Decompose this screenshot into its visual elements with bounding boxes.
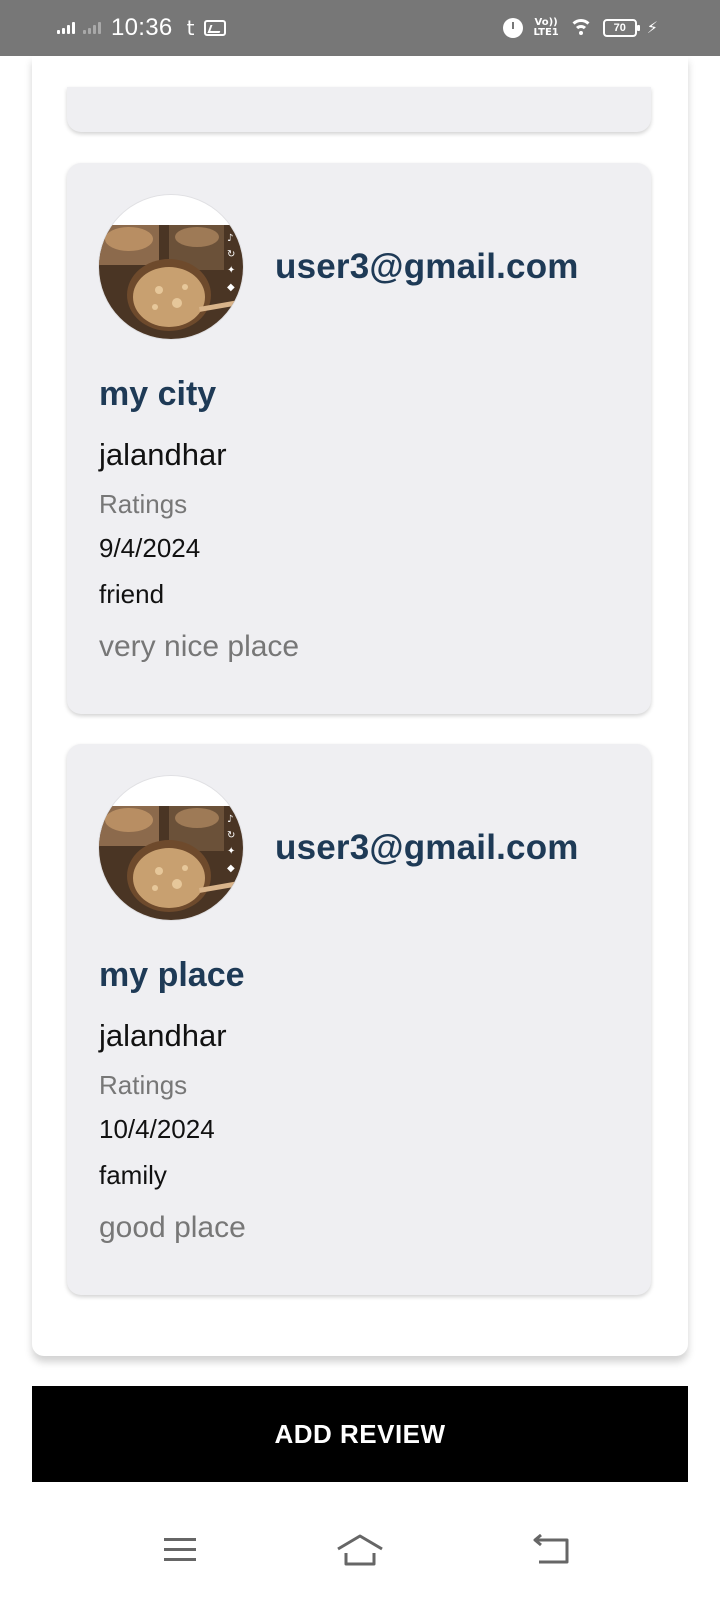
- svg-text:↻: ↻: [227, 830, 235, 841]
- status-right: Vo)) LTE1 70 ⚡: [503, 14, 658, 42]
- wifi-icon: [568, 19, 593, 37]
- alarm-icon: [503, 18, 524, 38]
- review-city: jalandhar: [99, 437, 227, 472]
- status-bar: 10:36 t Vo)) LTE1 70 ⚡: [0, 0, 720, 56]
- back-icon[interactable]: [528, 1530, 576, 1570]
- navigation-bar: [0, 1500, 720, 1600]
- svg-text:✦: ✦: [227, 265, 235, 276]
- signal-icon: [57, 22, 75, 34]
- review-title: my place: [99, 956, 245, 994]
- review-comment: very nice place: [99, 630, 300, 663]
- coffee-photo-icon: ♪ ↻ ✦ ◆: [99, 776, 243, 920]
- menu-icon[interactable]: [156, 1530, 204, 1570]
- notification-app-icon: [204, 20, 227, 36]
- svg-text:◆: ◆: [227, 863, 235, 874]
- volte-icon: Vo)) LTE1: [533, 17, 559, 38]
- svg-text:♪: ♪: [227, 233, 233, 244]
- reviewer-email: user3@gmail.com: [275, 828, 579, 867]
- signal-2-icon: [83, 22, 101, 34]
- ratings-label: Ratings: [99, 1070, 188, 1100]
- review-relation: family: [99, 1160, 167, 1190]
- review-date: 9/4/2024: [99, 533, 201, 563]
- svg-text:◆: ◆: [227, 282, 235, 293]
- add-review-button[interactable]: ADD REVIEW: [32, 1386, 688, 1482]
- ratings-label: Ratings: [99, 489, 188, 519]
- review-comment: good place: [99, 1211, 246, 1244]
- notification-t-icon: t: [186, 16, 195, 40]
- review-card: ♪ ↻ ✦ ◆ user3@gmail.com my city jalandha…: [67, 163, 651, 714]
- review-card-partial: [67, 87, 651, 132]
- review-date: 10/4/2024: [99, 1114, 215, 1144]
- coffee-photo-icon: ♪ ↻ ✦ ◆: [99, 195, 243, 339]
- svg-text:↻: ↻: [227, 249, 235, 260]
- home-icon[interactable]: [336, 1530, 384, 1570]
- svg-text:✦: ✦: [227, 846, 235, 857]
- status-time: 10:36: [111, 14, 173, 41]
- status-left: 10:36 t: [57, 14, 227, 42]
- reviews-panel[interactable]: ♪ ↻ ✦ ◆ user3@gmail.com my city jalandha…: [32, 56, 688, 1356]
- reviewer-email: user3@gmail.com: [275, 247, 579, 286]
- review-relation: friend: [99, 579, 165, 609]
- battery-icon: 70: [602, 19, 640, 37]
- svg-text:♪: ♪: [227, 814, 233, 825]
- charging-icon: ⚡: [646, 20, 658, 37]
- avatar: ♪ ↻ ✦ ◆: [99, 776, 243, 920]
- review-city: jalandhar: [99, 1018, 227, 1053]
- review-card: ♪ ↻ ✦ ◆ user3@gmail.com my place jalandh…: [67, 744, 651, 1295]
- review-title: my city: [99, 375, 217, 413]
- avatar: ♪ ↻ ✦ ◆: [99, 195, 243, 339]
